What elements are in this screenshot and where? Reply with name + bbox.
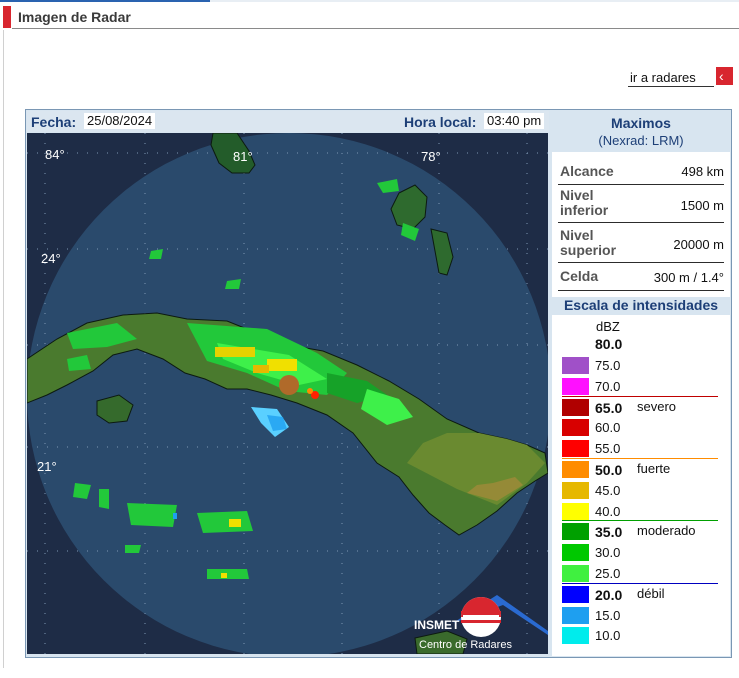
maximos-subtitle: (Nexrad: LRM) [598, 133, 684, 148]
map-info-bar: Fecha: 25/08/2024 Hora local: 03:40 pm [27, 111, 549, 132]
lat-label-1: 24° [41, 251, 61, 266]
color-swatch [562, 481, 589, 499]
level-separator [562, 458, 718, 459]
param-value: 498 km [681, 164, 724, 179]
lon-label-1: 84° [45, 147, 65, 162]
scale-level: 30.0 [562, 542, 727, 563]
header-accent [3, 6, 11, 28]
color-swatch [562, 461, 589, 478]
param-label: Nivel [560, 187, 594, 203]
color-swatch [562, 565, 589, 582]
logo-caption: Centro de Radares [419, 639, 512, 651]
level-separator [562, 520, 718, 522]
level-value: 55.0 [595, 441, 621, 457]
color-swatch [562, 419, 589, 437]
scale-level: 50.0 fuerte [562, 458, 727, 480]
scale-level: 40.0 [562, 501, 727, 522]
color-swatch [562, 585, 589, 603]
chevron-left-icon[interactable]: ‹ [716, 67, 733, 85]
parameters-table: Alcance 498 km Nivel inferior 1500 m Niv… [552, 152, 730, 297]
link-underline [628, 86, 714, 87]
top-border [0, 0, 739, 2]
time-value: 03:40 pm [484, 113, 545, 129]
lon-label-2: 81° [233, 149, 253, 164]
color-swatch [562, 606, 589, 624]
time-label: Hora local: [404, 114, 477, 130]
scale-level: 60.0 [562, 417, 727, 438]
level-separator [562, 395, 718, 397]
color-swatch [562, 377, 589, 395]
scale-level: 45.0 [562, 480, 727, 501]
level-value: 65.0 [595, 399, 623, 416]
level-value: 10.0 [595, 628, 621, 644]
param-label: Nivel [560, 227, 594, 243]
scale-level: 55.0 [562, 438, 727, 459]
level-value: 15.0 [595, 607, 621, 623]
maximos-title: Maximos [611, 115, 671, 131]
color-swatch [562, 523, 589, 541]
lat-label-2: 21° [37, 459, 57, 474]
scale-level: 15.0 [562, 605, 727, 626]
color-swatch [562, 440, 589, 458]
scale-level: 65.0 severo [562, 395, 727, 418]
level-value: 75.0 [595, 358, 621, 373]
color-swatch [562, 544, 589, 562]
color-swatch [562, 357, 589, 374]
radar-map: 84° 81° 78° 24° 21° INSMET Centro de Rad… [27, 133, 548, 654]
left-border [3, 30, 4, 668]
param-label-2: superior [560, 242, 617, 258]
table-row: Nivel superior 20000 m [558, 224, 724, 263]
level-value: 25.0 [595, 566, 621, 581]
level-value: 20.0 [595, 586, 623, 603]
page-title: Imagen de Radar [18, 9, 131, 25]
param-label: Celda [560, 268, 599, 284]
divider [12, 28, 739, 29]
param-value: 20000 m [673, 237, 724, 252]
color-swatch [562, 502, 589, 520]
level-value: 45.0 [595, 482, 621, 498]
scale-unit: dBZ [596, 319, 620, 334]
scale-level: 70.0 [562, 376, 727, 397]
color-swatch [562, 627, 589, 645]
param-value: 1500 m [680, 198, 724, 213]
param-label: Alcance [560, 163, 614, 179]
radar-list-link[interactable]: ir a radares [630, 70, 696, 85]
level-value: 50.0 [595, 462, 623, 478]
scale-level: 10.0 [562, 625, 727, 646]
scale-title: Escala de intensidades [563, 297, 719, 313]
page-header: Imagen de Radar [0, 4, 739, 29]
intensity-scale: dBZ 80.0 75.0 70.0 65.0 severo 60.0 55.0 50.0 f… [552, 315, 730, 656]
level-value: 30.0 [595, 545, 621, 561]
level-category: fuerte [637, 461, 671, 476]
scale-max: 80.0 [595, 336, 623, 352]
level-category: severo [637, 398, 677, 414]
date-label: Fecha: [31, 114, 77, 130]
color-swatch [562, 398, 589, 416]
param-label-2: inferior [560, 202, 609, 218]
table-row: Alcance 498 km [558, 158, 724, 185]
level-value: 70.0 [595, 378, 621, 394]
level-value: 35.0 [595, 524, 623, 541]
table-row: Nivel inferior 1500 m [558, 186, 724, 223]
level-category: moderado [637, 523, 696, 539]
scale-level: 20.0 débil [562, 582, 727, 605]
lon-label-3: 78° [421, 149, 441, 164]
level-value: 40.0 [595, 503, 621, 519]
level-separator [562, 582, 718, 584]
param-value: 300 m / 1.4° [653, 270, 724, 285]
table-row: Celda 300 m / 1.4° [558, 264, 724, 291]
level-value: 60.0 [595, 420, 621, 436]
date-value: 25/08/2024 [84, 113, 156, 129]
scale-level: 35.0 moderado [562, 520, 727, 542]
logo-text: INSMET [414, 618, 460, 632]
scale-level: 25.0 [562, 563, 727, 584]
info-sidebar: Maximos (Nexrad: LRM) Alcance 498 km Niv… [552, 111, 730, 656]
level-category: débil [637, 585, 665, 601]
scale-level: 75.0 [562, 355, 727, 376]
